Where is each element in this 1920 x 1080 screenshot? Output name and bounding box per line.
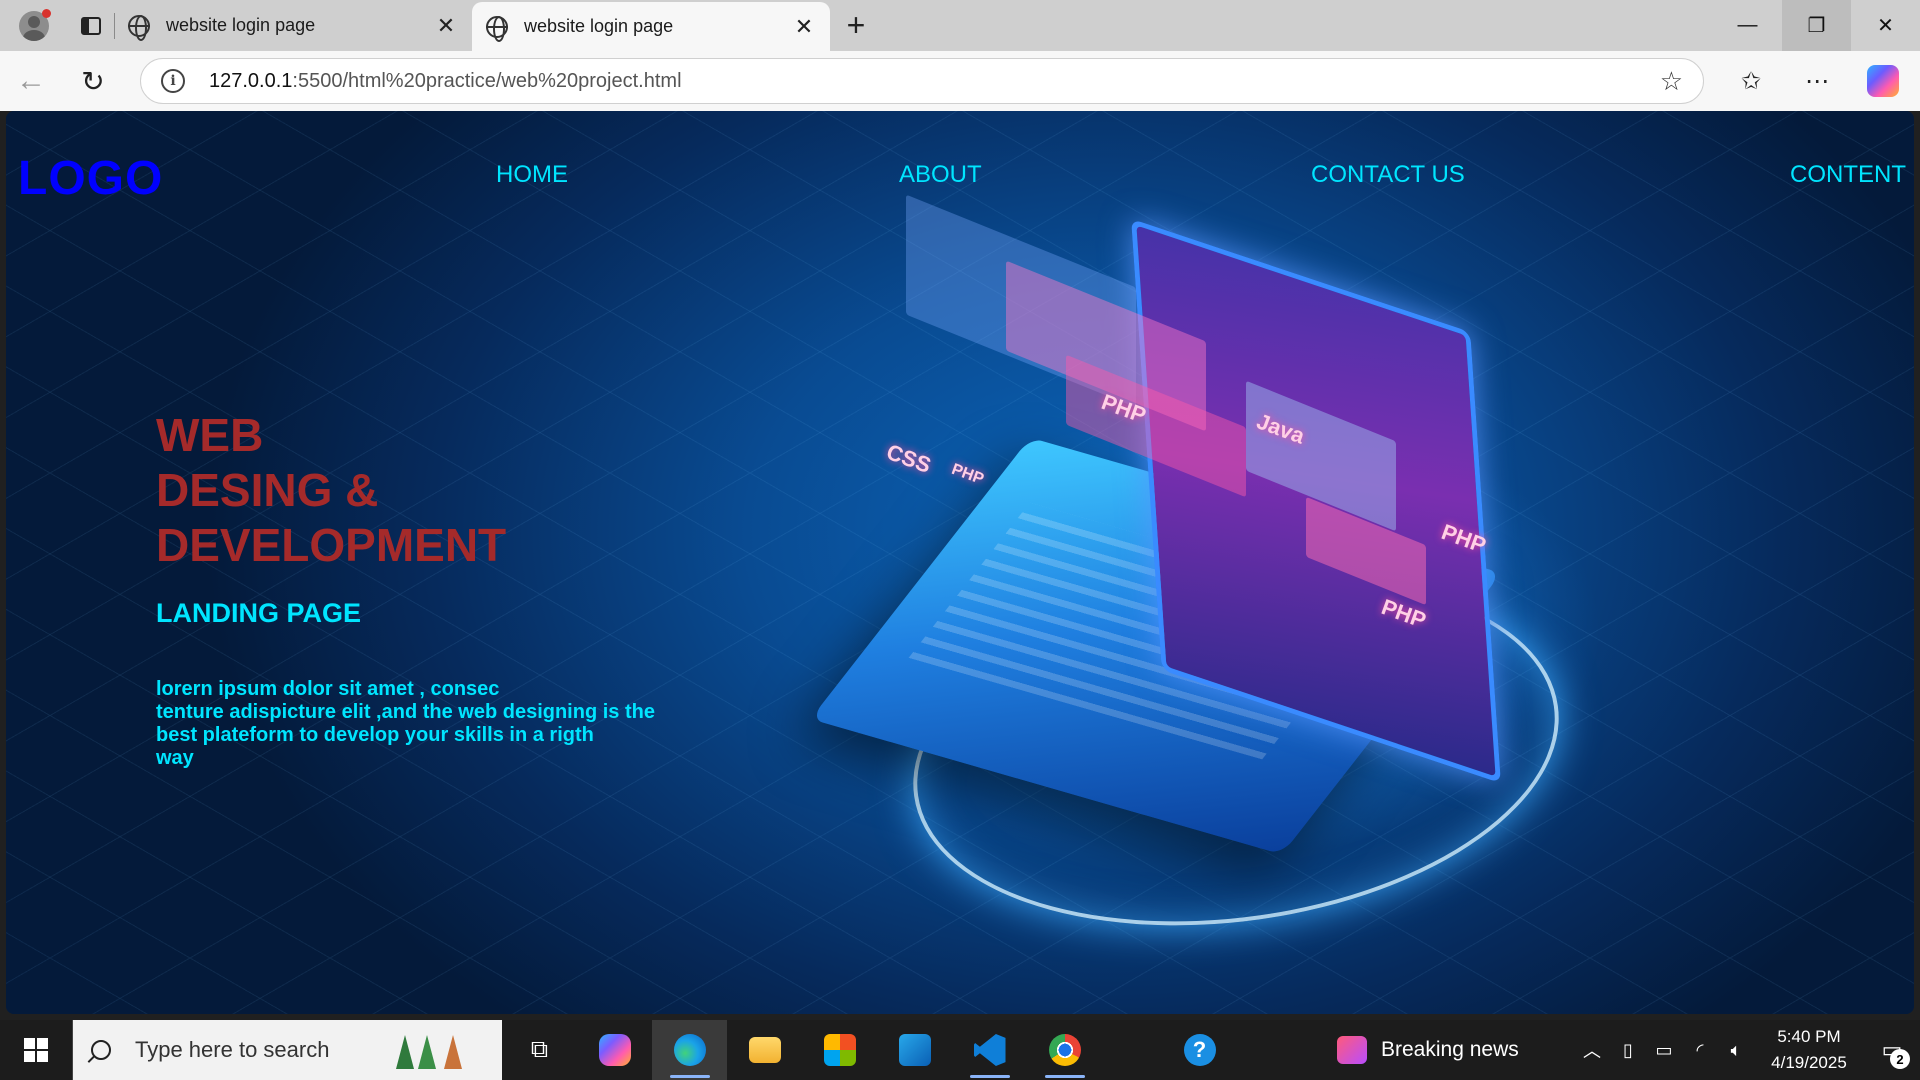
url-path: :5500/html%20practice/web%20project.html	[292, 69, 682, 92]
reload-icon[interactable]: ↻	[62, 65, 124, 98]
page-viewport: CSS PHP Java PHP PHP PHP LOGO HOME ABOUT…	[6, 111, 1914, 1014]
new-tab-button[interactable]: +	[830, 0, 882, 51]
windows-start-icon[interactable]	[0, 1020, 72, 1080]
edge-icon[interactable]	[652, 1020, 727, 1080]
profile-icon[interactable]	[0, 0, 68, 51]
hero-text-line: tenture adispicture elit ,and the web de…	[156, 701, 655, 723]
browser-tab-active[interactable]: website login page ✕	[472, 2, 830, 51]
windows-taskbar: Type here to search ⧉ ? Breaking news ︿ …	[0, 1020, 1920, 1080]
nav-home-link[interactable]: HOME	[496, 161, 568, 189]
hero-title-line: DESING &	[156, 464, 379, 516]
clock-date: 4/19/2025	[1771, 1053, 1847, 1072]
taskbar-search[interactable]: Type here to search	[72, 1020, 502, 1080]
task-view-icon[interactable]: ⧉	[502, 1020, 577, 1080]
copilot-icon[interactable]	[1850, 65, 1916, 97]
wifi-icon[interactable]: ◜	[1682, 1040, 1718, 1061]
search-placeholder: Type here to search	[135, 1037, 330, 1062]
tab-actions-icon[interactable]	[68, 0, 114, 51]
notification-center-icon[interactable]: ▭ 2	[1864, 1037, 1920, 1069]
search-highlight-icon	[388, 1027, 484, 1073]
tab-title: website login page	[166, 15, 316, 35]
clock-time: 5:40 PM	[1777, 1027, 1841, 1046]
chevron-up-icon[interactable]: ︿	[1574, 1037, 1610, 1063]
browser-tab[interactable]: website login page ✕	[114, 0, 472, 51]
url-host: 127.0.0.1	[209, 69, 293, 92]
close-window-button[interactable]: ✕	[1851, 0, 1920, 51]
device-icon[interactable]: ▯	[1610, 1040, 1646, 1061]
tab-title: website login page	[524, 16, 674, 36]
file-explorer-icon[interactable]	[727, 1020, 802, 1080]
hero-text-line: lorern ipsum dolor sit amet , consec	[156, 678, 500, 700]
copilot-app-icon[interactable]	[577, 1020, 652, 1080]
get-help-icon[interactable]: ?	[1162, 1020, 1237, 1080]
news-label: Breaking news	[1381, 1038, 1519, 1061]
system-tray: ︿ ▯ ▭ ◜ 🔈︎ 5:40 PM 4/19/2025 ▭ 2	[1574, 1024, 1920, 1076]
more-icon[interactable]: ⋯	[1784, 65, 1850, 97]
hero-title-line: WEB	[156, 409, 264, 461]
hero-text-line: way	[156, 747, 194, 769]
search-icon	[91, 1040, 111, 1060]
favorite-star-icon[interactable]: ☆	[1660, 66, 1683, 97]
minimize-button[interactable]: —	[1713, 0, 1782, 51]
close-tab-icon[interactable]: ✕	[434, 13, 458, 39]
chrome-icon[interactable]	[1027, 1020, 1102, 1080]
close-tab-icon[interactable]: ✕	[792, 14, 816, 40]
hero-description: lorern ipsum dolor sit amet , consec ten…	[156, 678, 676, 770]
hero-subtitle: LANDING PAGE	[156, 598, 362, 628]
news-widget[interactable]: Breaking news	[1337, 1036, 1519, 1064]
restore-button[interactable]: ❐	[1782, 0, 1851, 51]
volume-icon[interactable]: 🔈︎	[1718, 1040, 1754, 1061]
address-bar[interactable]: i 127.0.0.1:5500/html%20practice/web%20p…	[140, 58, 1704, 104]
browser-tab-strip: website login page ✕ website login page …	[0, 0, 1920, 51]
hero-title-line: DEVELOPMENT	[156, 519, 507, 571]
battery-icon[interactable]: ▭	[1646, 1040, 1682, 1061]
favorites-icon[interactable]: ✩	[1718, 65, 1784, 97]
window-controls: — ❐ ✕	[1713, 0, 1920, 51]
outlook-icon[interactable]	[877, 1020, 952, 1080]
globe-icon	[486, 15, 508, 42]
clock[interactable]: 5:40 PM 4/19/2025	[1754, 1024, 1864, 1076]
site-logo[interactable]: LOGO	[18, 151, 163, 206]
nav-about-link[interactable]: ABOUT	[899, 161, 982, 189]
notification-dot	[42, 9, 51, 18]
browser-toolbar: ← ↻ i 127.0.0.1:5500/html%20practice/web…	[0, 51, 1920, 111]
globe-icon	[128, 14, 150, 41]
back-icon[interactable]: ←	[0, 64, 62, 98]
nav-contact-link[interactable]: CONTACT US	[1311, 161, 1465, 189]
news-icon	[1337, 1036, 1367, 1064]
info-icon[interactable]: i	[161, 69, 185, 93]
vscode-icon[interactable]	[952, 1020, 1027, 1080]
notification-badge: 2	[1890, 1049, 1910, 1069]
nav-content-link[interactable]: CONTENT	[1790, 161, 1906, 189]
hero-title: WEB DESING & DEVELOPMENT	[156, 408, 506, 573]
microsoft-store-icon[interactable]	[802, 1020, 877, 1080]
hero-text-line: best plateform to develop your skills in…	[156, 724, 594, 746]
url-text[interactable]: 127.0.0.1:5500/html%20practice/web%20pro…	[209, 70, 1660, 93]
